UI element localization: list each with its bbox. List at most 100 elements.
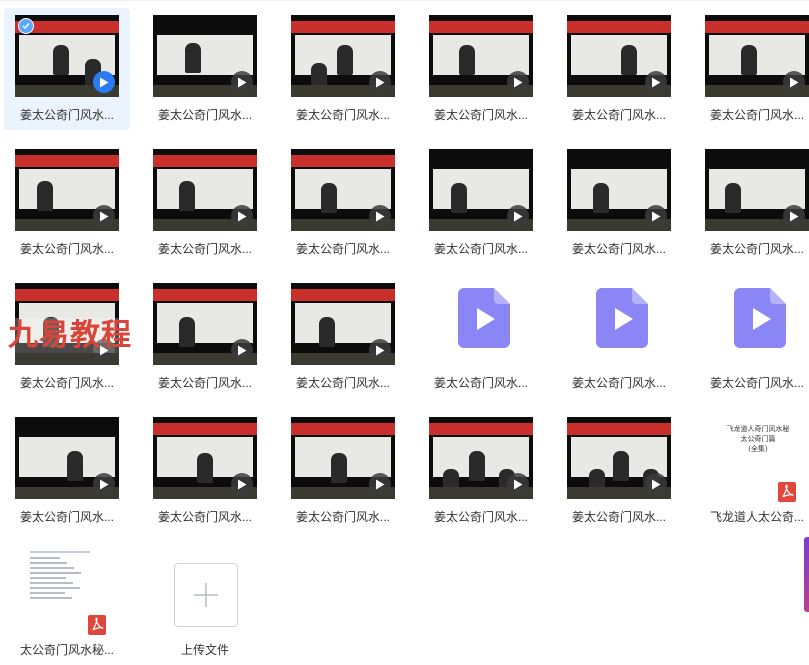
video-thumbnail xyxy=(705,149,809,231)
file-item[interactable]: 姜太公奇门风水... xyxy=(694,276,809,398)
video-thumbnail xyxy=(291,149,395,231)
play-icon[interactable] xyxy=(645,71,667,93)
file-name: 姜太公奇门风水... xyxy=(709,242,804,256)
video-file-icon xyxy=(734,288,786,348)
file-name: 姜太公奇门风水... xyxy=(433,108,528,122)
file-name: 姜太公奇门风水... xyxy=(433,242,528,256)
file-name: 姜太公奇门风水... xyxy=(571,510,666,524)
file-name: 姜太公奇门风水... xyxy=(709,376,804,390)
play-icon[interactable] xyxy=(93,205,115,227)
upload-button[interactable] xyxy=(174,563,238,627)
video-thumbnail xyxy=(153,15,257,97)
file-name: 姜太公奇门风水... xyxy=(19,242,114,256)
file-item[interactable]: 姜太公奇门风水... xyxy=(556,142,682,264)
file-name: 姜太公奇门风水... xyxy=(157,242,252,256)
video-thumbnail xyxy=(429,417,533,499)
file-name: 太公奇门风水秘... xyxy=(19,643,114,657)
play-icon[interactable] xyxy=(231,339,253,361)
file-item[interactable]: 姜太公奇门风水... xyxy=(694,142,809,264)
doc-thumb-text: (全集) xyxy=(748,445,768,453)
video-thumbnail xyxy=(567,149,671,231)
file-name: 姜太公奇门风水... xyxy=(157,510,252,524)
file-item[interactable]: 姜太公奇门风水... xyxy=(142,276,268,398)
file-name: 姜太公奇门风水... xyxy=(709,108,804,122)
video-thumbnail xyxy=(153,283,257,365)
video-thumbnail xyxy=(15,417,119,499)
file-item[interactable]: 姜太公奇门风水... xyxy=(418,276,544,398)
video-thumbnail xyxy=(15,149,119,231)
file-item[interactable]: 姜太公奇门风水... xyxy=(280,8,406,130)
video-thumbnail xyxy=(429,149,533,231)
file-name: 姜太公奇门风水... xyxy=(295,108,390,122)
file-name: 姜太公奇门风水... xyxy=(19,108,114,122)
file-item[interactable]: 姜太公奇门风水... xyxy=(556,276,682,398)
video-thumbnail xyxy=(291,283,395,365)
file-item[interactable]: 姜太公奇门风水... xyxy=(556,410,682,532)
video-thumbnail xyxy=(153,417,257,499)
upload-label: 上传文件 xyxy=(180,643,229,657)
file-name: 姜太公奇门风水... xyxy=(157,376,252,390)
video-thumbnail xyxy=(567,15,671,97)
doc-thumb-text: 太公奇门篇 xyxy=(740,435,776,443)
file-name: 姜太公奇门风水... xyxy=(157,108,252,122)
pdf-icon xyxy=(88,615,106,640)
video-thumbnail xyxy=(153,149,257,231)
file-name: 姜太公奇门风水... xyxy=(295,242,390,256)
play-icon[interactable] xyxy=(645,205,667,227)
file-name: 飞龙道人太公奇... xyxy=(709,510,804,524)
video-thumbnail xyxy=(429,15,533,97)
play-icon[interactable] xyxy=(369,339,391,361)
file-item[interactable]: 姜太公奇门风水... xyxy=(4,142,130,264)
play-icon[interactable] xyxy=(231,71,253,93)
video-thumbnail xyxy=(291,15,395,97)
play-icon[interactable] xyxy=(783,71,805,93)
file-item[interactable]: 姜太公奇门风水... xyxy=(418,8,544,130)
file-item[interactable]: 姜太公奇门风水... xyxy=(280,276,406,398)
play-icon[interactable] xyxy=(645,473,667,495)
play-icon[interactable] xyxy=(93,71,115,93)
plus-icon xyxy=(194,583,218,607)
file-name: 姜太公奇门风水... xyxy=(19,376,114,390)
video-thumbnail xyxy=(291,417,395,499)
play-icon[interactable] xyxy=(783,205,805,227)
play-icon[interactable] xyxy=(507,71,529,93)
file-item[interactable]: 姜太公奇门风水... xyxy=(556,8,682,130)
play-icon[interactable] xyxy=(231,205,253,227)
side-panel-edge[interactable] xyxy=(804,537,809,612)
file-name: 姜太公奇门风水... xyxy=(571,376,666,390)
file-item[interactable]: 姜太公奇门风水... xyxy=(142,142,268,264)
video-thumbnail xyxy=(705,15,809,97)
play-icon[interactable] xyxy=(507,205,529,227)
file-item[interactable]: 姜太公奇门风水... xyxy=(4,410,130,532)
file-item[interactable]: 姜太公奇门风水... xyxy=(280,142,406,264)
file-item[interactable]: 姜太公奇门风水... xyxy=(142,8,268,130)
file-name: 姜太公奇门风水... xyxy=(571,108,666,122)
file-item[interactable]: 姜太公奇门风水... xyxy=(280,410,406,532)
play-icon[interactable] xyxy=(369,71,391,93)
watermark-logo: 九易教程 xyxy=(8,318,132,353)
video-file-icon xyxy=(458,288,510,348)
video-file-icon xyxy=(596,288,648,348)
file-item[interactable]: 姜太公奇门风水... xyxy=(142,410,268,532)
file-item[interactable]: 姜太公奇门风水... xyxy=(694,8,809,130)
file-item[interactable]: 姜太公奇门风水... xyxy=(418,410,544,532)
top-divider xyxy=(0,0,809,1)
file-name: 姜太公奇门风水... xyxy=(571,242,666,256)
upload-file-tile[interactable]: 上传文件 xyxy=(142,543,268,665)
file-name: 姜太公奇门风水... xyxy=(19,510,114,524)
doc-thumb-text: 飞龙道人奇门风水秘 xyxy=(726,425,790,433)
file-item[interactable]: 飞龙道人奇门风水秘 太公奇门篇 (全集) 飞龙道人太公奇... xyxy=(694,410,809,532)
play-icon[interactable] xyxy=(231,473,253,495)
file-item[interactable]: 太公奇门风水秘... xyxy=(4,543,130,665)
file-item[interactable]: 姜太公奇门风水... xyxy=(418,142,544,264)
play-icon[interactable] xyxy=(369,205,391,227)
play-icon[interactable] xyxy=(93,473,115,495)
checkmark-icon[interactable] xyxy=(18,18,34,34)
file-name: 姜太公奇门风水... xyxy=(433,376,528,390)
play-icon[interactable] xyxy=(369,473,391,495)
play-icon[interactable] xyxy=(507,473,529,495)
pdf-icon xyxy=(778,482,796,507)
file-item[interactable]: 姜太公奇门风水... xyxy=(4,8,130,130)
file-name: 姜太公奇门风水... xyxy=(295,510,390,524)
file-name: 姜太公奇门风水... xyxy=(433,510,528,524)
